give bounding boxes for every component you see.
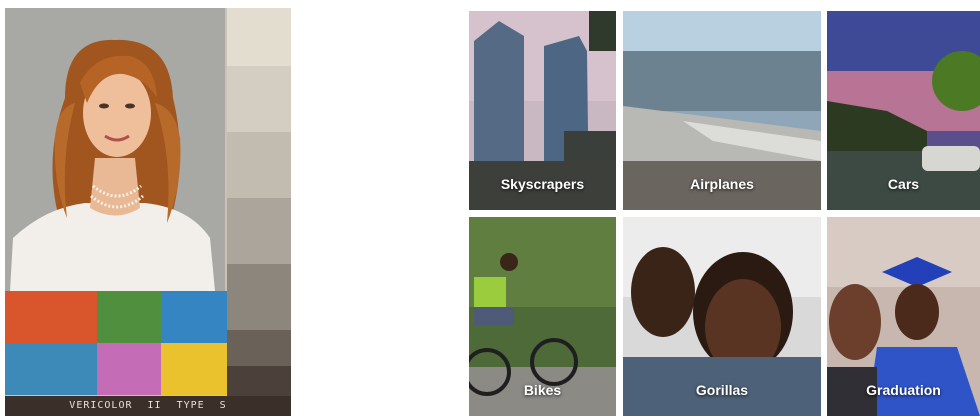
category-tile-airplanes[interactable]: Airplanes — [623, 11, 821, 210]
gray-step — [227, 198, 291, 264]
category-tile-gorillas[interactable]: Gorillas — [623, 217, 821, 416]
tile-label: Skyscrapers — [500, 176, 585, 192]
gray-step — [227, 264, 291, 330]
gray-step — [227, 66, 291, 132]
category-tile-cars[interactable]: Cars — [827, 11, 980, 210]
swatch-blue — [161, 291, 227, 343]
portrait-photo — [5, 8, 225, 291]
gray-step — [227, 366, 291, 396]
tile-label: Bikes — [523, 382, 562, 398]
category-tile-graduation[interactable]: Graduation — [827, 217, 980, 416]
gray-step — [227, 330, 291, 366]
gray-step — [227, 8, 291, 66]
swatch-yellow — [161, 343, 227, 395]
swatch-magenta — [97, 343, 161, 395]
print-caption: VERICOLOR II TYPE S — [5, 396, 291, 416]
category-tile-skyscrapers[interactable]: Skyscrapers — [469, 11, 616, 210]
swatch-cyan — [5, 343, 97, 395]
photo-category-grid: Skyscrapers Airplanes Cars Bikes Gorilla… — [469, 11, 980, 416]
tile-label: Airplanes — [690, 176, 754, 192]
swatch-green — [97, 291, 161, 343]
color-swatches — [5, 291, 227, 395]
gray-scale-strip — [227, 8, 291, 416]
category-tile-bikes[interactable]: Bikes — [469, 217, 616, 416]
gray-step — [227, 132, 291, 198]
calibration-print: VERICOLOR II TYPE S — [5, 8, 291, 416]
tile-label: Cars — [887, 176, 920, 192]
tile-label: Gorillas — [695, 382, 749, 398]
tile-label: Graduation — [866, 382, 941, 398]
swatch-orange — [5, 291, 97, 343]
